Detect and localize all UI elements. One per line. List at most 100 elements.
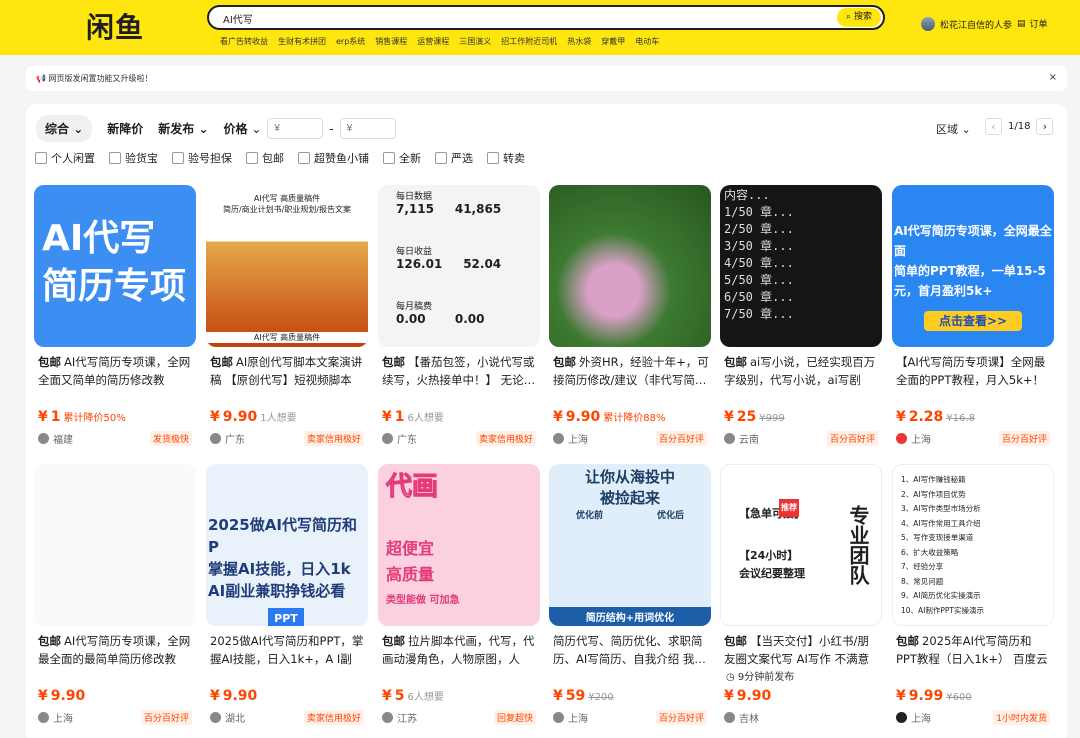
checkbox[interactable] — [246, 152, 258, 164]
image-text: 每日收益 — [396, 247, 433, 257]
product-title: 包邮拉片脚本代画，代写，代画动漫角色，人物原图，人物… — [382, 632, 538, 668]
image-text: AI代写 高质量稿件 — [206, 332, 368, 343]
hot-word[interactable]: 看广告转收益 — [220, 36, 268, 47]
filter-checkbox[interactable]: 验货宝 — [109, 150, 158, 166]
product-image: 每日数据 7,115 41,865 每日收益 126.01 52.04 每月稿费… — [378, 185, 540, 347]
product-card[interactable]: 让你从海投中 被捡起来 优化前 优化后 简历结构+用词优化 简历代写、简历优化、求… — [549, 464, 711, 738]
hot-word[interactable]: 生财有术拼团 — [278, 36, 326, 47]
image-text: 高质量 — [386, 565, 435, 584]
shipping-badge: 包邮 — [553, 355, 576, 369]
image-text: 4/50 章... — [724, 256, 794, 270]
shipping-badge: 包邮 — [724, 634, 747, 648]
product-card[interactable]: 包邮 外资HR，经验十年+，可接简历修改/建议（非代写简… ¥9.90 累计降价88… — [549, 185, 711, 460]
avatar — [210, 433, 221, 444]
original-price: ¥600 — [946, 692, 972, 703]
search-button-label: 搜索 — [853, 12, 872, 22]
next-page-button[interactable]: › — [1036, 118, 1054, 135]
close-icon[interactable]: × — [1049, 72, 1057, 83]
product-card[interactable]: 【急单可接】 【24小时】 会议纪要整理 推荐 专业团队 包邮 【当天交付】小红书… — [720, 464, 882, 738]
filter-checkbox[interactable]: 严选 — [435, 150, 473, 166]
price: ¥1 累计降价50% — [38, 409, 126, 425]
seller-badge: 百分百好评 — [998, 431, 1050, 446]
image-text: 代画 — [386, 472, 439, 502]
user-menu[interactable]: 松花江自信的人参 — [921, 17, 1012, 31]
hot-word[interactable]: 销售课程 — [375, 36, 407, 47]
price-min-input[interactable] — [267, 118, 324, 139]
image-text: 7,115 — [396, 202, 434, 216]
logo[interactable]: 闲鱼 — [86, 6, 144, 46]
checkbox[interactable] — [383, 152, 395, 164]
product-image: AI代写简历专项课，全网最全面 简单的PPT教程，一单15-5 元，首月盈利5k… — [892, 185, 1054, 347]
product-card[interactable]: 1、AI写作赚钱秘籍 2、AI写作项目优势 3、AI写作类型市场分析 4、AI写… — [892, 464, 1054, 738]
hot-word[interactable]: 热水袋 — [567, 36, 591, 47]
order-link[interactable]: ▤ 订单 — [1017, 17, 1048, 31]
checkbox[interactable] — [298, 152, 310, 164]
filter-checkbox[interactable]: 验号担保 — [172, 150, 232, 166]
image-text: 3/50 章... — [724, 239, 794, 253]
price: ¥2.28 ¥16.8 — [896, 409, 975, 425]
filter-checkbox[interactable]: 个人闲置 — [35, 150, 95, 166]
filter-checkbox[interactable]: 转卖 — [487, 150, 525, 166]
image-text: 简单的PPT教程，一单15-5 — [894, 264, 1046, 278]
product-card[interactable]: AI代写 高质量稿件 简历/商业计划书/职业规划/报告文案 AI代写 高质量稿件… — [206, 185, 368, 460]
search-button[interactable]: ⌕ 搜索 — [837, 8, 881, 27]
product-card[interactable]: 包邮AI代写简历专项课，全网最全面的最简单简历修改教程… ¥9.90 上海 百分… — [34, 464, 196, 738]
product-image: AI代写 高质量稿件 简历/商业计划书/职业规划/报告文案 AI代写 高质量稿件 — [206, 185, 368, 347]
checkbox[interactable] — [172, 152, 184, 164]
tab-price[interactable]: 价格 ⌄ — [224, 120, 262, 137]
search-bar[interactable]: AI代写 ⌕ 搜索 — [207, 5, 885, 30]
tab-comprehensive[interactable]: 综合 ⌄ — [36, 115, 93, 142]
hot-word[interactable]: 招工作附近司机 — [501, 36, 557, 47]
price: ¥9.90 累计降价88% — [553, 409, 666, 425]
image-text: 优化后 — [656, 511, 684, 521]
original-price: ¥999 — [759, 413, 785, 424]
price-value: 9.90 — [565, 409, 601, 425]
product-card[interactable]: 每日数据 7,115 41,865 每日收益 126.01 52.04 每月稿费… — [378, 185, 540, 460]
hot-word[interactable]: 运营课程 — [417, 36, 449, 47]
shipping-badge: 包邮 — [896, 634, 919, 648]
image-text: 专业团队 — [846, 505, 870, 585]
price-value: 59 — [565, 688, 586, 704]
price-value: 9.90 — [50, 688, 86, 704]
image-text: 8、常见问题 — [901, 576, 944, 586]
location-text: 吉林 — [739, 714, 759, 725]
location-text: 云南 — [739, 435, 759, 446]
hot-word[interactable]: 电动车 — [635, 36, 659, 47]
checkbox[interactable] — [435, 152, 447, 164]
product-card[interactable]: 内容... 1/50 章... 2/50 章... 3/50 章... 4/50… — [720, 185, 882, 460]
location-text: 湖北 — [225, 714, 245, 725]
location: 江苏 — [382, 710, 417, 725]
product-card[interactable]: AI代写简历专项课，全网最全面 简单的PPT教程，一单15-5 元，首月盈利5k… — [892, 185, 1054, 460]
tab-new-price[interactable]: 新降价 — [107, 120, 143, 137]
checkbox[interactable] — [35, 152, 47, 164]
location: 上海 — [553, 431, 588, 446]
hot-word[interactable]: 三国演义 — [459, 36, 491, 47]
hot-word[interactable]: erp系统 — [336, 36, 365, 47]
image-text: 被捡起来 — [599, 489, 660, 507]
image-text: 9、AI简历优化实操演示 — [901, 591, 981, 600]
product-card[interactable]: AI代写 简历专项 包邮AI代写简历专项课，全网全面又简单的简历修改教程，… ¥… — [34, 185, 196, 460]
checkbox[interactable] — [109, 152, 121, 164]
price: ¥9.99 ¥600 — [896, 688, 972, 704]
checkbox[interactable] — [487, 152, 499, 164]
product-card[interactable]: 代画 超便宜 高质量 类型能做 可加急 包邮 拉片脚本代画，代写，代画动漫角色，人… — [378, 464, 540, 738]
image-text: 【急单可接】 — [739, 507, 805, 520]
tab-new-release[interactable]: 新发布 ⌄ — [158, 120, 208, 137]
filter-checkbox[interactable]: 包邮 — [246, 150, 284, 166]
product-image: 1、AI写作赚钱秘籍 2、AI写作项目优势 3、AI写作类型市场分析 4、AI写… — [892, 464, 1054, 626]
filter-checkbox[interactable]: 全新 — [383, 150, 421, 166]
prev-page-button[interactable]: ‹ — [985, 118, 1002, 135]
search-input[interactable]: AI代写 — [223, 11, 253, 26]
price-max-input[interactable] — [339, 118, 396, 139]
price-value: 9.99 — [908, 688, 944, 704]
product-card[interactable]: 2025做AI代写简历和P 掌握AI技能，日入1k AI副业兼职挣钱必看 PPT… — [206, 464, 368, 738]
region-dropdown[interactable]: 区域 ⌄ — [936, 121, 971, 137]
price-value: 2.28 — [908, 409, 944, 425]
image-text: 5/50 章... — [724, 273, 794, 287]
hot-word[interactable]: 穿戴甲 — [601, 36, 625, 47]
megaphone-icon: 📢 — [36, 74, 46, 83]
location-text: 上海 — [568, 435, 588, 446]
tab-label: 综合 — [45, 122, 70, 136]
filter-checkbox[interactable]: 超赞鱼小铺 — [298, 150, 369, 166]
seller-badge: 百分百好评 — [655, 710, 707, 725]
